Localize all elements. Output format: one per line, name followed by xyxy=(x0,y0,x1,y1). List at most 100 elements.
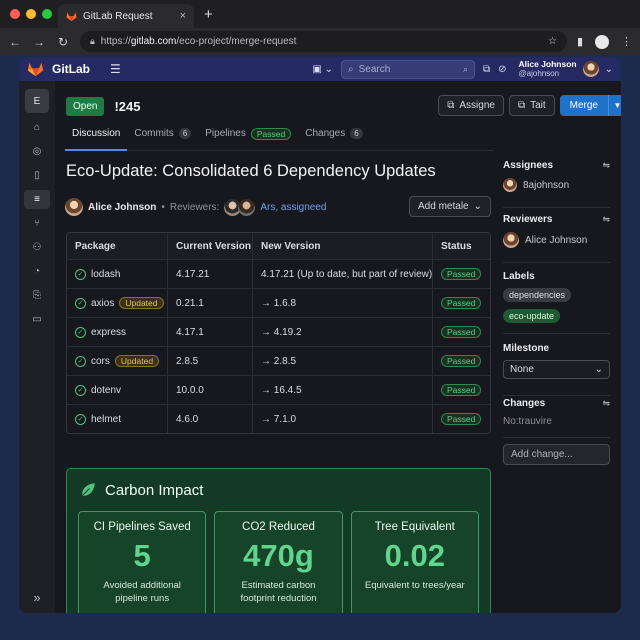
chevron-down-icon: ⌄ xyxy=(594,364,603,375)
browser-menu-icon[interactable]: ⋮ xyxy=(621,35,632,48)
sidebar-toggle-icon[interactable]: ▮ xyxy=(577,35,583,48)
package-name[interactable]: dotenv xyxy=(91,385,121,396)
package-name[interactable]: lodash xyxy=(91,269,120,280)
chevron-down-icon: ⌄ xyxy=(604,63,613,75)
todos-icon[interactable]: ⊘ xyxy=(498,64,506,75)
brand-name[interactable]: GitLab xyxy=(52,62,90,76)
package-name[interactable]: axios xyxy=(91,298,114,309)
assignee-item[interactable]: 8ajohnson xyxy=(503,178,610,192)
pipeline-icon[interactable]: ◔ xyxy=(24,262,50,281)
reviewers-link[interactable]: Ars, assigneed xyxy=(260,202,326,213)
add-change-placeholder: Add change... xyxy=(511,449,573,460)
assign-icon: ⧉ xyxy=(447,100,455,111)
status-cell: Passed xyxy=(432,376,490,404)
package-cell: ✓ dotenv xyxy=(67,376,167,404)
reviewer-avatar[interactable] xyxy=(238,198,256,216)
column-header[interactable]: New Version xyxy=(252,233,432,259)
updated-badge: Updated xyxy=(119,297,164,309)
package-cell: ✓ helmet xyxy=(67,405,167,433)
tab-close-icon[interactable]: × xyxy=(180,10,186,22)
merge-requests-icon[interactable]: ⧉ xyxy=(483,64,490,75)
add-metadata-button[interactable]: Add metale ⌄ xyxy=(409,196,491,217)
column-header[interactable]: Package xyxy=(67,233,167,259)
carbon-impact-header: Carbon Impact xyxy=(79,481,203,499)
card-label: Tree Equivalent xyxy=(374,521,455,533)
column-header[interactable]: Status xyxy=(432,233,490,259)
chevron-down-icon: ⌄ xyxy=(473,201,482,212)
milestone-select[interactable]: None ⌄ xyxy=(503,360,610,379)
impact-card-trees: Tree Equivalent 0.02 Equivalent to trees… xyxy=(350,511,479,613)
lock-icon: 🔒︎ xyxy=(90,36,95,46)
impact-card-pipelines: CI Pipelines Saved 5 Avoided additional … xyxy=(78,511,207,613)
tab-pipelines[interactable]: Pipelines Passed xyxy=(198,125,298,151)
status-badge: Passed xyxy=(441,326,482,338)
current-version-cell: 10.0.0 xyxy=(167,376,252,404)
add-metadata-label: Add metale xyxy=(418,201,469,212)
reload-icon[interactable]: ↻ xyxy=(56,35,70,49)
search-input[interactable]: ⌕ Search ⌕ xyxy=(340,59,475,79)
back-icon[interactable]: ← xyxy=(8,35,22,49)
table-row: ✓ helmet 4.6.0 → 7.1.0 Passed xyxy=(67,404,490,433)
check-circle-icon: ✓ xyxy=(75,268,86,280)
merge-request-main: Open !245 ⧉ Assigne ⧉ Tait Merge ▼ Discu xyxy=(65,81,621,613)
settings-sliders-icon[interactable]: ⇋ xyxy=(602,398,610,409)
current-version-cell: 4.17.1 xyxy=(167,318,252,346)
folder-icon[interactable]: ▭ xyxy=(24,310,50,329)
profile-icon[interactable] xyxy=(595,34,609,49)
settings-sliders-icon[interactable]: ⇋ xyxy=(602,160,610,171)
reviewer-avatar xyxy=(503,232,519,248)
author-name[interactable]: Alice Johnson xyxy=(88,202,156,213)
url-field[interactable]: 🔒︎ https://gitlab.com/eco-project/merge-… xyxy=(80,31,567,52)
label-eco-update[interactable]: eco-update xyxy=(503,309,561,323)
forward-icon[interactable]: → xyxy=(32,35,46,49)
package-cell: ✓ axios Updated xyxy=(67,289,167,317)
mr-header: Open !245 ⧉ Assigne ⧉ Tait Merge ▼ xyxy=(66,95,621,117)
labels-title: Labels xyxy=(503,271,535,282)
label-dependencies[interactable]: dependencies xyxy=(503,288,572,302)
package-name[interactable]: cors xyxy=(91,356,110,367)
project-avatar[interactable]: E xyxy=(25,89,49,113)
tab-changes[interactable]: Changes 6 xyxy=(298,125,369,151)
changes-title: Changes xyxy=(503,398,546,409)
user-menu[interactable]: Alice Johnson @ajohnson ⌄ xyxy=(519,59,613,79)
reviewers-section: Reviewers ⇋ Alice Johnson xyxy=(503,214,610,263)
status-badge: Passed xyxy=(441,297,482,309)
changes-section: Changes ⇋ No:trauvire xyxy=(503,398,610,438)
package-name[interactable]: express xyxy=(91,327,126,338)
reviewers-title: Reviewers xyxy=(503,214,553,225)
package-name[interactable]: helmet xyxy=(91,414,121,425)
group-icon[interactable]: ⚇ xyxy=(24,238,50,257)
close-window-dot[interactable] xyxy=(10,9,20,19)
home-icon[interactable]: ⌂ xyxy=(24,118,50,137)
branch-icon[interactable]: ⑂ xyxy=(24,214,50,233)
impact-cards: CI Pipelines Saved 5 Avoided additional … xyxy=(78,511,479,613)
tab-discussion[interactable]: Discussion xyxy=(65,125,128,151)
minimize-window-dot[interactable] xyxy=(26,9,36,19)
issues-icon[interactable]: ◎ xyxy=(24,142,50,161)
deploy-icon[interactable]: ⎘ xyxy=(24,286,50,305)
tab-label: Pipelines xyxy=(205,128,246,139)
collapse-sidebar-icon[interactable]: » xyxy=(33,590,40,605)
address-bar-row: ← → ↻ 🔒︎ https://gitlab.com/eco-project/… xyxy=(0,28,640,55)
settings-sliders-icon[interactable]: ⇋ xyxy=(602,214,610,225)
column-header[interactable]: Current Version xyxy=(167,233,252,259)
assign-button[interactable]: ⧉ Assigne xyxy=(438,95,504,116)
document-icon[interactable]: ▯ xyxy=(24,166,50,185)
bookmark-star-icon[interactable]: ☆ xyxy=(548,36,557,47)
browser-tab[interactable]: GitLab Request × xyxy=(58,4,194,28)
maximize-window-dot[interactable] xyxy=(42,9,52,19)
create-new-icon[interactable]: ▣ ⌄ xyxy=(312,64,333,75)
hamburger-menu-icon[interactable]: ☰ xyxy=(110,62,121,76)
mr-right-sidebar: Assignees ⇋ 8ajohnson Reviewers ⇋ Alice … xyxy=(503,81,610,613)
tab-commits[interactable]: Commits 6 xyxy=(127,125,198,151)
pipeline-status-badge: Passed xyxy=(250,128,292,140)
reviewer-item[interactable]: Alice Johnson xyxy=(503,232,610,248)
add-change-input[interactable]: Add change... xyxy=(503,444,610,465)
table-row: ✓ dotenv 10.0.0 → 16.4.5 Passed xyxy=(67,375,490,404)
gitlab-logo-icon[interactable] xyxy=(27,61,44,77)
leaf-icon xyxy=(81,483,95,497)
project-sidebar: E ⌂ ◎ ▯ ≡ ⑂ ⚇ ◔ ⎘ ▭ » xyxy=(19,81,55,613)
new-tab-button[interactable]: + xyxy=(204,6,213,23)
merge-request-list-icon[interactable]: ≡ xyxy=(24,190,50,209)
search-placeholder: Search xyxy=(358,63,391,75)
